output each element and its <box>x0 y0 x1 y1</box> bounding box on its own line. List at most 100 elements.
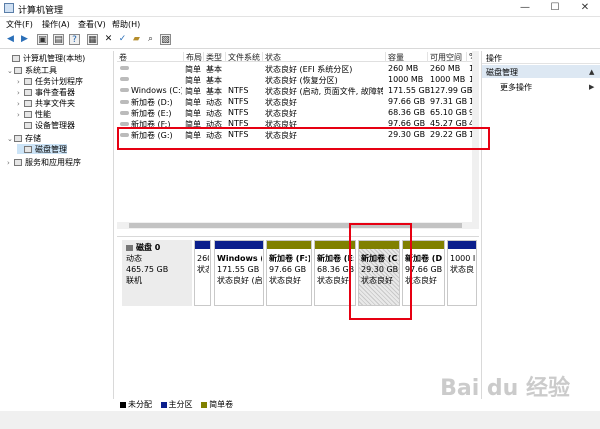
close-button[interactable]: ✕ <box>570 1 600 15</box>
search-icon[interactable]: ⌕ <box>145 34 156 45</box>
legend-swatch <box>201 402 208 408</box>
menu-help[interactable]: 帮助(H) <box>112 19 140 30</box>
column-status[interactable]: 状态 <box>262 52 281 62</box>
folder-icon <box>24 100 32 107</box>
disk-graphical-view: 磁盘 0 动态 465.75 GB 联机 260状态 Windows (171.… <box>117 236 479 392</box>
forward-icon[interactable]: ▶ <box>19 34 30 45</box>
tree-item-shared-folders[interactable]: › 共享文件夹 <box>17 98 75 108</box>
computer-icon <box>12 55 20 62</box>
partition-bar <box>215 241 263 249</box>
tree-item-storage[interactable]: ⌄ 存储 <box>7 133 41 143</box>
delete-icon[interactable]: ✕ <box>103 34 114 45</box>
partition-bar <box>448 241 476 249</box>
open-folder-icon[interactable]: ▰ <box>131 34 142 45</box>
column-type[interactable]: 类型 <box>203 52 222 62</box>
partition-recovery[interactable]: 1000 I 状态良 <box>447 240 477 306</box>
toolbar: ◀ ▶ ▣ ▤ ? ▦ ✕ ✓ ▰ ⌕ ▧ <box>0 31 600 49</box>
minimize-button[interactable]: — <box>510 1 540 15</box>
collapse-icon[interactable]: › <box>17 78 24 86</box>
disk-size: 465.75 GB <box>126 265 169 274</box>
column-volume[interactable]: 卷 <box>117 52 127 62</box>
menu-file[interactable]: 文件(F) <box>6 19 33 30</box>
volume-list-horizontal-scrollbar[interactable] <box>117 222 472 229</box>
volume-icon <box>120 66 129 70</box>
performance-icon <box>24 111 32 118</box>
menu-bar: 文件(F) 操作(A) 查看(V) 帮助(H) <box>0 17 600 31</box>
partition-legend: 未分配 主分区 简单卷 <box>120 399 233 409</box>
checkmark-icon[interactable]: ✓ <box>117 34 128 45</box>
event-icon <box>24 89 32 96</box>
table-row[interactable]: 简单 基本 状态良好 (EFI 系统分区) 260 MB 260 MB 10 <box>117 63 473 74</box>
table-row[interactable]: 新加卷 (D:) 简单 动态 NTFS 状态良好 97.66 GB 97.31 … <box>117 96 473 107</box>
column-layout[interactable]: 布局 <box>183 52 202 62</box>
table-row[interactable]: 新加卷 (E:) 简单 动态 NTFS 状态良好 68.36 GB 65.10 … <box>117 107 473 118</box>
scrollbar-thumb[interactable] <box>129 223 462 228</box>
collapse-icon[interactable]: › <box>17 111 24 119</box>
partition-windows-c[interactable]: Windows (171.55 GB 状态良好 (启 <box>214 240 264 306</box>
tree-item-computer-management[interactable]: 计算机管理(本地) <box>5 53 85 63</box>
tree-item-performance[interactable]: › 性能 <box>17 109 51 119</box>
menu-view[interactable]: 查看(V) <box>78 19 106 30</box>
volume-icon <box>120 122 129 126</box>
partition-efi[interactable]: 260状态 <box>194 240 211 306</box>
expand-icon[interactable]: ⌄ <box>7 135 14 143</box>
back-icon[interactable]: ◀ <box>5 34 16 45</box>
disk-type: 动态 <box>126 254 142 263</box>
tree-item-disk-management[interactable]: 磁盘管理 <box>17 144 67 154</box>
disk-icon <box>126 245 133 251</box>
properties-icon[interactable]: ▦ <box>87 34 98 45</box>
tools-icon <box>14 67 22 74</box>
tree-item-event-viewer[interactable]: › 事件查看器 <box>17 87 75 97</box>
expand-icon[interactable]: ⌄ <box>7 67 14 75</box>
navigation-tree: 计算机管理(本地) ⌄ 系统工具 › 任务计划程序 › 事件查看器 › 共享文件夹 › 性… <box>3 51 114 399</box>
column-capacity[interactable]: 容量 <box>385 52 404 62</box>
title-bar: 计算机管理 — ☐ ✕ <box>0 0 600 17</box>
disk-status: 联机 <box>126 276 142 285</box>
maximize-button[interactable]: ☐ <box>540 1 570 15</box>
storage-icon <box>14 135 22 142</box>
watermark: Bai du 经验 <box>440 376 570 401</box>
table-row[interactable]: Windows (C:) 简单 基本 NTFS 状态良好 (启动, 页面文件, … <box>117 85 473 96</box>
highlight-partition-g <box>349 223 412 320</box>
volume-list-header: 卷 布局 类型 文件系统 状态 容量 可用空间 % <box>117 51 477 62</box>
services-icon <box>14 159 22 166</box>
more-actions-link[interactable]: 更多操作 <box>500 82 532 93</box>
status-bar <box>0 411 600 429</box>
partition-f[interactable]: 新加卷 (F:) 97.66 GB 状态良好 <box>266 240 312 306</box>
actions-title: 操作 <box>482 51 600 64</box>
legend-swatch <box>160 402 167 408</box>
collapse-icon[interactable]: › <box>17 100 24 108</box>
disk-0-label[interactable]: 磁盘 0 动态 465.75 GB 联机 <box>122 240 192 306</box>
show-hide-tree-icon[interactable]: ▤ <box>53 34 64 45</box>
actions-pane: 操作 磁盘管理 ▲ 更多操作 ▶ <box>481 51 600 399</box>
view-icon[interactable]: ▧ <box>160 34 171 45</box>
volume-icon <box>120 77 129 81</box>
chevron-right-icon: ▶ <box>589 83 595 91</box>
up-icon[interactable]: ▣ <box>37 34 48 45</box>
window-title: 计算机管理 <box>18 6 64 16</box>
tree-item-task-scheduler[interactable]: › 任务计划程序 <box>17 76 83 86</box>
highlight-row-g <box>117 127 490 150</box>
volume-icon <box>120 100 129 104</box>
device-icon <box>24 122 32 129</box>
collapse-up-icon[interactable]: ▲ <box>589 68 594 76</box>
help-icon[interactable]: ? <box>69 34 80 45</box>
column-free-space[interactable]: 可用空间 <box>427 52 462 62</box>
volume-icon <box>120 111 129 115</box>
tree-item-device-manager[interactable]: 设备管理器 <box>17 120 75 130</box>
table-row[interactable]: 简单 基本 状态良好 (恢复分区) 1000 MB 1000 MB 10 <box>117 74 473 85</box>
disk-icon <box>24 146 32 153</box>
collapse-icon[interactable]: › <box>7 159 14 167</box>
clock-icon <box>24 78 32 85</box>
computer-management-icon <box>4 3 14 13</box>
column-filesystem[interactable]: 文件系统 <box>225 52 260 62</box>
legend-swatch <box>120 402 126 408</box>
menu-action[interactable]: 操作(A) <box>42 19 70 30</box>
disk-name: 磁盘 0 <box>136 243 161 252</box>
tree-item-services-applications[interactable]: › 服务和应用程序 <box>7 157 81 167</box>
volume-icon <box>120 88 129 92</box>
collapse-icon[interactable]: › <box>17 89 24 97</box>
partition-bar <box>195 241 210 249</box>
actions-section-disk-management[interactable]: 磁盘管理 <box>482 65 600 78</box>
tree-item-system-tools[interactable]: ⌄ 系统工具 <box>7 65 57 75</box>
